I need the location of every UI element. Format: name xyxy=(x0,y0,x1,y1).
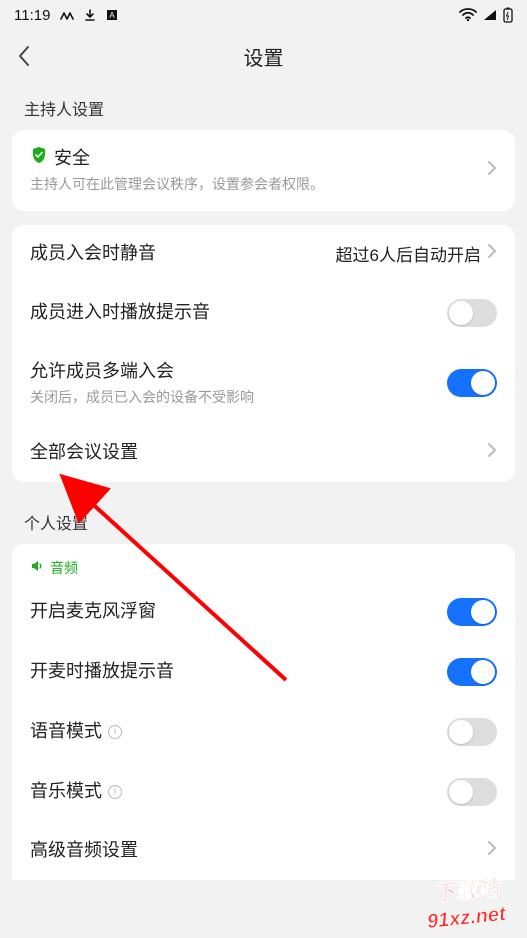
card-security: 安全 主持人可在此管理会议秩序，设置参会者权限。 xyxy=(12,130,515,211)
audio-label-text: 音频 xyxy=(50,558,78,578)
row-unmute-sound-title: 开麦时播放提示音 xyxy=(30,659,447,684)
section-heading-personal: 个人设置 xyxy=(0,496,527,544)
card-personal: 音频 开启麦克风浮窗 开麦时播放提示音 语音模式 i 音乐 xyxy=(12,544,515,880)
download-icon xyxy=(84,9,96,21)
status-right xyxy=(459,7,513,23)
chevron-right-icon xyxy=(487,160,497,181)
audio-section-label: 音频 xyxy=(12,544,515,582)
speaker-icon xyxy=(30,559,44,576)
music-mode-text: 音乐模式 xyxy=(30,779,102,804)
row-mute-title: 成员入会时静音 xyxy=(30,241,336,266)
toggle-unmute-sound[interactable] xyxy=(447,658,497,686)
info-icon[interactable]: i xyxy=(108,725,122,739)
row-voice-mode: 语音模式 i xyxy=(12,702,515,762)
row-music-mode: 音乐模式 i xyxy=(12,762,515,822)
watermark-bottom: 91xz.net xyxy=(426,903,508,933)
toggle-voice-mode[interactable] xyxy=(447,718,497,746)
row-advanced-audio[interactable]: 高级音频设置 xyxy=(12,822,515,880)
row-all-meeting-title: 全部会议设置 xyxy=(30,440,487,465)
toggle-music-mode[interactable] xyxy=(447,778,497,806)
toggle-join-sound[interactable] xyxy=(447,299,497,327)
row-security-subtitle: 主持人可在此管理会议秩序，设置参会者权限。 xyxy=(30,175,487,195)
row-join-sound-title: 成员进入时播放提示音 xyxy=(30,300,447,325)
wifi-icon xyxy=(459,8,477,22)
row-security-title: 安全 xyxy=(54,146,90,171)
signal-icon xyxy=(483,9,497,21)
card-meeting: 成员入会时静音 超过6人后自动开启 成员进入时播放提示音 允许成员多端入会 关闭… xyxy=(12,225,515,482)
page-title: 设置 xyxy=(0,42,527,71)
battery-icon xyxy=(503,7,513,23)
chevron-right-icon xyxy=(487,840,497,861)
row-mute-value: 超过6人后自动开启 xyxy=(336,241,481,266)
shield-icon xyxy=(30,146,48,171)
chevron-left-icon xyxy=(17,45,31,67)
row-mute-on-join[interactable]: 成员入会时静音 超过6人后自动开启 xyxy=(12,225,515,283)
status-app1-icon xyxy=(60,10,74,20)
status-left: 11:19 A xyxy=(14,7,118,24)
row-voice-mode-title: 语音模式 i xyxy=(30,719,447,744)
section-heading-host: 主持人设置 xyxy=(0,82,527,130)
row-multi-device: 允许成员多端入会 关闭后，成员已入会的设备不受影响 xyxy=(12,343,515,424)
voice-mode-text: 语音模式 xyxy=(30,719,102,744)
info-icon[interactable]: i xyxy=(108,785,122,799)
row-all-meeting-settings[interactable]: 全部会议设置 xyxy=(12,424,515,482)
status-time: 11:19 xyxy=(14,7,50,24)
row-unmute-sound: 开麦时播放提示音 xyxy=(12,642,515,702)
row-security-left: 安全 主持人可在此管理会议秩序，设置参会者权限。 xyxy=(30,146,487,195)
row-music-mode-title: 音乐模式 i xyxy=(30,779,447,804)
back-button[interactable] xyxy=(0,32,48,80)
row-multi-subtitle: 关闭后，成员已入会的设备不受影响 xyxy=(30,388,447,408)
row-security[interactable]: 安全 主持人可在此管理会议秩序，设置参会者权限。 xyxy=(12,130,515,211)
status-bar: 11:19 A xyxy=(0,0,527,30)
row-security-right xyxy=(487,160,497,181)
svg-text:A: A xyxy=(110,11,116,20)
row-advanced-audio-title: 高级音频设置 xyxy=(30,838,487,863)
row-join-sound: 成员进入时播放提示音 xyxy=(12,283,515,343)
chevron-right-icon xyxy=(487,442,497,463)
header: 设置 xyxy=(0,30,527,82)
toggle-multi-device[interactable] xyxy=(447,369,497,397)
row-mic-float-title: 开启麦克风浮窗 xyxy=(30,599,447,624)
row-security-title-wrap: 安全 xyxy=(30,146,487,171)
status-app2-icon: A xyxy=(106,9,118,21)
toggle-mic-float[interactable] xyxy=(447,598,497,626)
row-mic-float: 开启麦克风浮窗 xyxy=(12,582,515,642)
chevron-right-icon xyxy=(487,243,497,264)
row-multi-title: 允许成员多端入会 xyxy=(30,359,447,384)
